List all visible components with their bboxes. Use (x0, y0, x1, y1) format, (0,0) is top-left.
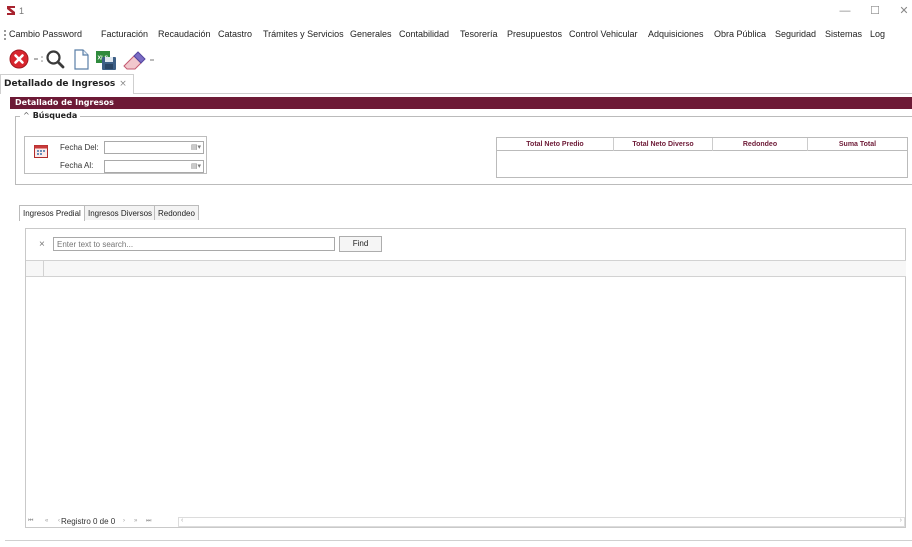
menu-obra-publica[interactable]: Obra Pública (714, 29, 766, 39)
col-suma-total[interactable]: Suma Total (808, 138, 907, 151)
scroll-right-icon[interactable]: › (900, 517, 902, 524)
close-red-icon[interactable] (9, 49, 29, 71)
record-navigator: ⏮ « ‹ Registro 0 de 0 › » ⏭ ‹ › (26, 517, 905, 528)
close-window-button[interactable]: ✕ (895, 4, 912, 18)
fecha-al-field[interactable]: ▤▾ (104, 160, 204, 173)
menu-adquisiciones[interactable]: Adquisiciones (648, 29, 704, 39)
window-title: 1 (19, 6, 25, 16)
app-logo-icon (7, 6, 15, 15)
totals-table: Total Neto Predio Total Neto Diverso Red… (496, 137, 908, 178)
eraser-icon[interactable] (121, 49, 147, 71)
search-icon[interactable] (45, 49, 65, 71)
close-dropdown-icon[interactable] (32, 49, 44, 71)
col-total-neto-predio[interactable]: Total Neto Predio (497, 138, 614, 151)
menu-sistemas[interactable]: Sistemas (825, 29, 862, 39)
horizontal-scrollbar[interactable]: ‹ › (178, 517, 905, 527)
prev-record-icon[interactable]: ‹ (58, 518, 60, 524)
menu-presupuestos[interactable]: Presupuestos (507, 29, 562, 39)
scroll-left-icon[interactable]: ‹ (181, 517, 183, 524)
tab-ingresos-predial[interactable]: Ingresos Predial (19, 205, 85, 221)
row-indicator-header (26, 261, 44, 277)
tab-label: Detallado de Ingresos (4, 79, 116, 89)
tab-close-icon[interactable]: × (119, 79, 127, 89)
record-count: Registro 0 de 0 (61, 517, 116, 526)
fecha-del-field[interactable]: ▤▾ (104, 141, 204, 154)
document-tabs: Detallado de Ingresos × (0, 74, 912, 94)
calendar-dropdown-icon[interactable]: ▤▾ (191, 143, 201, 151)
menu-seguridad[interactable]: Seguridad (775, 29, 816, 39)
first-record-icon[interactable]: ⏮ (28, 518, 33, 525)
fecha-al-label: Fecha Al: (60, 161, 94, 170)
tab-detallado-ingresos[interactable]: Detallado de Ingresos × (0, 74, 134, 94)
menu-catastro[interactable]: Catastro (218, 29, 252, 39)
menu-grip (4, 30, 6, 40)
toolbar: XLS (0, 46, 912, 74)
next-record-icon[interactable]: › (123, 518, 125, 524)
tab-ingresos-diversos[interactable]: Ingresos Diversos (84, 205, 157, 220)
menu-tesoreria[interactable]: Tesorería (460, 29, 498, 39)
find-button[interactable]: Find (339, 236, 382, 252)
last-record-icon[interactable]: ⏭ (146, 518, 151, 525)
eraser-dropdown-icon[interactable] (147, 49, 157, 71)
menu-log[interactable]: Log (870, 29, 885, 39)
grid-column-header (26, 260, 906, 277)
menu-facturacion[interactable]: Facturación (101, 29, 148, 39)
menu-generales[interactable]: Generales (350, 29, 392, 39)
bottom-divider (5, 540, 912, 541)
menu-bar: Cambio Password Facturación Recaudación … (0, 26, 912, 44)
new-document-icon[interactable] (71, 49, 91, 71)
totals-header: Total Neto Predio Total Neto Diverso Red… (497, 138, 907, 151)
title-bar: 1 — ☐ ✕ (0, 0, 912, 22)
export-xls-icon[interactable]: XLS (94, 49, 118, 71)
prev-page-icon[interactable]: « (45, 518, 48, 524)
minimize-button[interactable]: — (836, 4, 854, 18)
menu-contabilidad[interactable]: Contabilidad (399, 29, 449, 39)
next-page-icon[interactable]: » (134, 518, 137, 524)
menu-cambio-password[interactable]: Cambio Password (9, 29, 82, 39)
menu-control-vehicular[interactable]: Control Vehicular (569, 29, 638, 39)
busqueda-legend[interactable]: ^ Búsqueda (20, 111, 81, 120)
calendar-icon (34, 144, 48, 160)
menu-tramites-servicios[interactable]: Trámites y Servicios (263, 29, 344, 39)
panel-header: Detallado de Ingresos (10, 97, 912, 109)
col-total-neto-diverso[interactable]: Total Neto Diverso (614, 138, 713, 151)
grid-search-input[interactable] (53, 237, 335, 251)
clear-search-icon[interactable]: × (39, 239, 45, 250)
maximize-button[interactable]: ☐ (866, 4, 884, 18)
collapse-caret-icon[interactable]: ^ (23, 111, 30, 120)
fecha-del-label: Fecha Del: (60, 143, 99, 152)
calendar-dropdown-icon[interactable]: ▤▾ (191, 162, 201, 170)
col-redondeo[interactable]: Redondeo (713, 138, 808, 151)
busqueda-label: Búsqueda (32, 111, 78, 120)
tab-redondeo[interactable]: Redondeo (154, 205, 199, 220)
menu-recaudacion[interactable]: Recaudación (158, 29, 211, 39)
